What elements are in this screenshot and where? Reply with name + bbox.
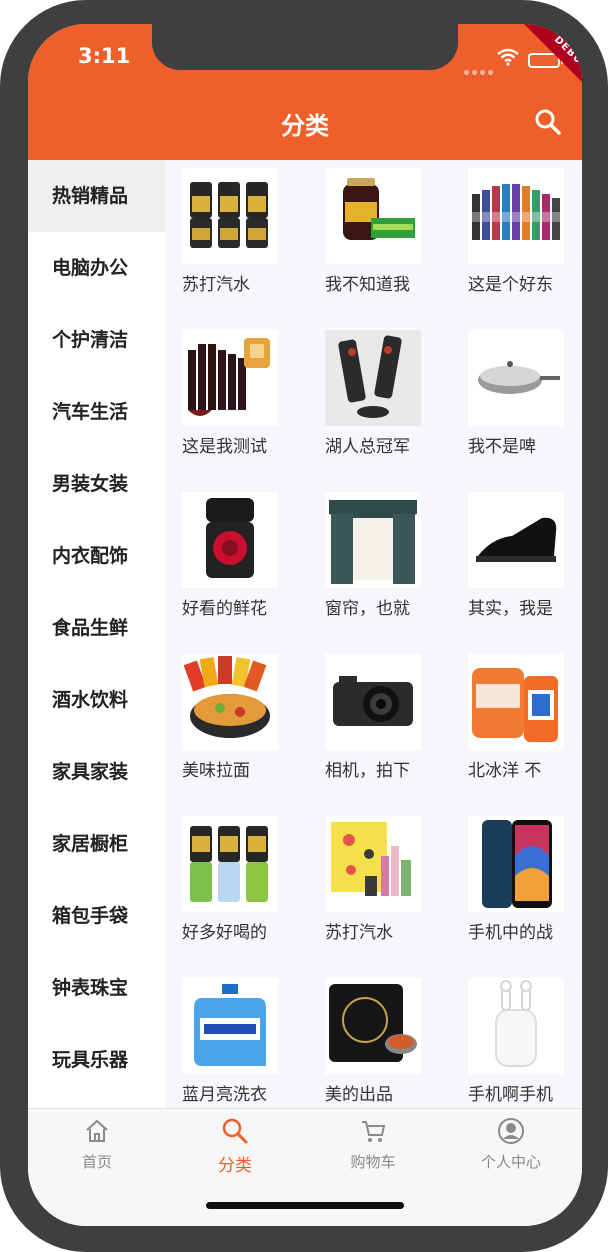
product-name: 好看的鲜花 [182, 599, 267, 618]
search-icon [222, 1118, 248, 1144]
product-name: 相机，拍下 [325, 761, 410, 780]
sidebar-item-clothing[interactable]: 男装女装 [28, 448, 166, 520]
product-card[interactable]: 我不是啤 [452, 322, 572, 462]
tab-label: 购物车 [350, 1153, 396, 1171]
rose-box-image [182, 492, 278, 588]
product-card[interactable]: 美味拉面 [166, 646, 286, 786]
product-card[interactable]: 好多好喝的 [166, 808, 286, 948]
soda-cans-image [182, 168, 278, 264]
device-notch [152, 24, 458, 70]
product-card[interactable]: 这是我测试 [166, 322, 286, 462]
product-card[interactable]: 手机啊手机 [452, 970, 572, 1110]
sidebar-item-bags[interactable]: 箱包手袋 [28, 880, 166, 952]
sidebar-item-furniture[interactable]: 家具家装 [28, 736, 166, 808]
product-card[interactable]: 窗帘，也就 [309, 484, 429, 624]
sidebar-item-underwear[interactable]: 内衣配饰 [28, 520, 166, 592]
sidebar-item-drinks[interactable]: 酒水饮料 [28, 664, 166, 736]
detergent-image [182, 978, 278, 1074]
product-name: 蓝月亮洗衣 [182, 1085, 267, 1104]
tab-cart[interactable]: 购物车 [304, 1117, 442, 1181]
product-card[interactable]: 相机，拍下 [309, 646, 429, 786]
tab-label: 分类 [218, 1156, 252, 1176]
sidebar-item-care[interactable]: 个护清洁 [28, 304, 166, 376]
smartphone-image [468, 816, 564, 912]
product-name: 美的出品 [325, 1085, 393, 1104]
curtain-image [325, 492, 421, 588]
product-name: 窗帘，也就 [325, 599, 410, 618]
cosmetics-image [325, 816, 421, 912]
camera-image [325, 654, 421, 750]
soda-cans-image [182, 816, 278, 912]
search-button[interactable] [534, 108, 562, 136]
product-card[interactable]: 其实，我是 [452, 484, 572, 624]
product-card[interactable]: 苏打汽水 [309, 808, 429, 948]
signal-icon [464, 60, 498, 75]
tab-label: 首页 [81, 1153, 112, 1171]
phone-device-frame: 3:11 DEBUG 分类 热销精品 电脑办公 个护清洁 汽车生活 男装女装 内… [0, 0, 608, 1252]
product-name: 手机中的战 [468, 923, 553, 942]
product-name: 苏打汽水 [182, 275, 250, 294]
home-icon [86, 1119, 108, 1142]
product-name: 我不知道我 [325, 275, 410, 294]
home-indicator [206, 1202, 404, 1209]
product-name: 这是个好东 [468, 275, 553, 294]
app-header: 3:11 DEBUG 分类 [28, 24, 582, 160]
product-card[interactable]: 美的出品 [309, 970, 429, 1110]
product-name: 其实，我是 [468, 599, 553, 618]
product-name: 美味拉面 [182, 761, 250, 780]
product-card[interactable]: 苏打汽水 [166, 160, 286, 300]
product-name: 湖人总冠军 [325, 437, 410, 456]
earbuds-image [468, 978, 564, 1074]
sidebar-item-watches[interactable]: 钟表珠宝 [28, 952, 166, 1024]
user-icon [498, 1118, 524, 1144]
noodles-image [182, 654, 278, 750]
product-name: 好多好喝的 [182, 923, 267, 942]
product-card[interactable]: 好看的鲜花 [166, 484, 286, 624]
tab-profile[interactable]: 个人中心 [442, 1117, 580, 1181]
product-grid: 苏打汽水 我不知道我 这是个好东 这是我测试 湖人总冠军 我不是啤 好看的鲜花 … [166, 160, 582, 1108]
tab-home[interactable]: 首页 [28, 1117, 166, 1181]
search-icon [535, 109, 561, 135]
bottles-row-image [468, 168, 564, 264]
sidebar-item-toys[interactable]: 玩具乐器 [28, 1024, 166, 1096]
sidebar-item-food[interactable]: 食品生鲜 [28, 592, 166, 664]
wok-pan-image [468, 330, 564, 426]
wine-bottles-image [182, 330, 278, 426]
cart-icon [362, 1121, 386, 1142]
product-name: 手机啊手机 [468, 1085, 553, 1104]
product-card[interactable]: 手机中的战 [452, 808, 572, 948]
jar-and-box-image [325, 168, 421, 264]
wifi-icon [496, 48, 520, 66]
page-title: 分类 [281, 112, 329, 140]
status-time: 3:11 [78, 44, 131, 68]
product-card[interactable]: 北冰洋 不 [452, 646, 572, 786]
product-name: 我不是啤 [468, 437, 536, 456]
product-card[interactable]: 我不知道我 [309, 160, 429, 300]
app-screen: 3:11 DEBUG 分类 热销精品 电脑办公 个护清洁 汽车生活 男装女装 内… [28, 24, 582, 1226]
product-card[interactable]: 湖人总冠军 [309, 322, 429, 462]
tab-category[interactable]: 分类 [166, 1117, 304, 1181]
sidebar-item-computer[interactable]: 电脑办公 [28, 232, 166, 304]
sidebar-item-kitchen[interactable]: 家居橱柜 [28, 808, 166, 880]
speakers-image [325, 330, 421, 426]
product-card[interactable]: 这是个好东 [452, 160, 572, 300]
sidebar-item-hot[interactable]: 热销精品 [28, 160, 166, 232]
induction-cooker-image [325, 978, 421, 1074]
product-name: 这是我测试 [182, 437, 267, 456]
tab-label: 个人中心 [480, 1153, 541, 1171]
category-sidebar: 热销精品 电脑办公 个护清洁 汽车生活 男装女装 内衣配饰 食品生鲜 酒水饮料 … [28, 160, 166, 1108]
sidebar-item-car[interactable]: 汽车生活 [28, 376, 166, 448]
leather-shoe-image [468, 492, 564, 588]
orange-soda-image [468, 654, 564, 750]
product-card[interactable]: 蓝月亮洗衣 [166, 970, 286, 1110]
product-name: 苏打汽水 [325, 923, 393, 942]
product-name: 北冰洋 不 [468, 761, 542, 780]
